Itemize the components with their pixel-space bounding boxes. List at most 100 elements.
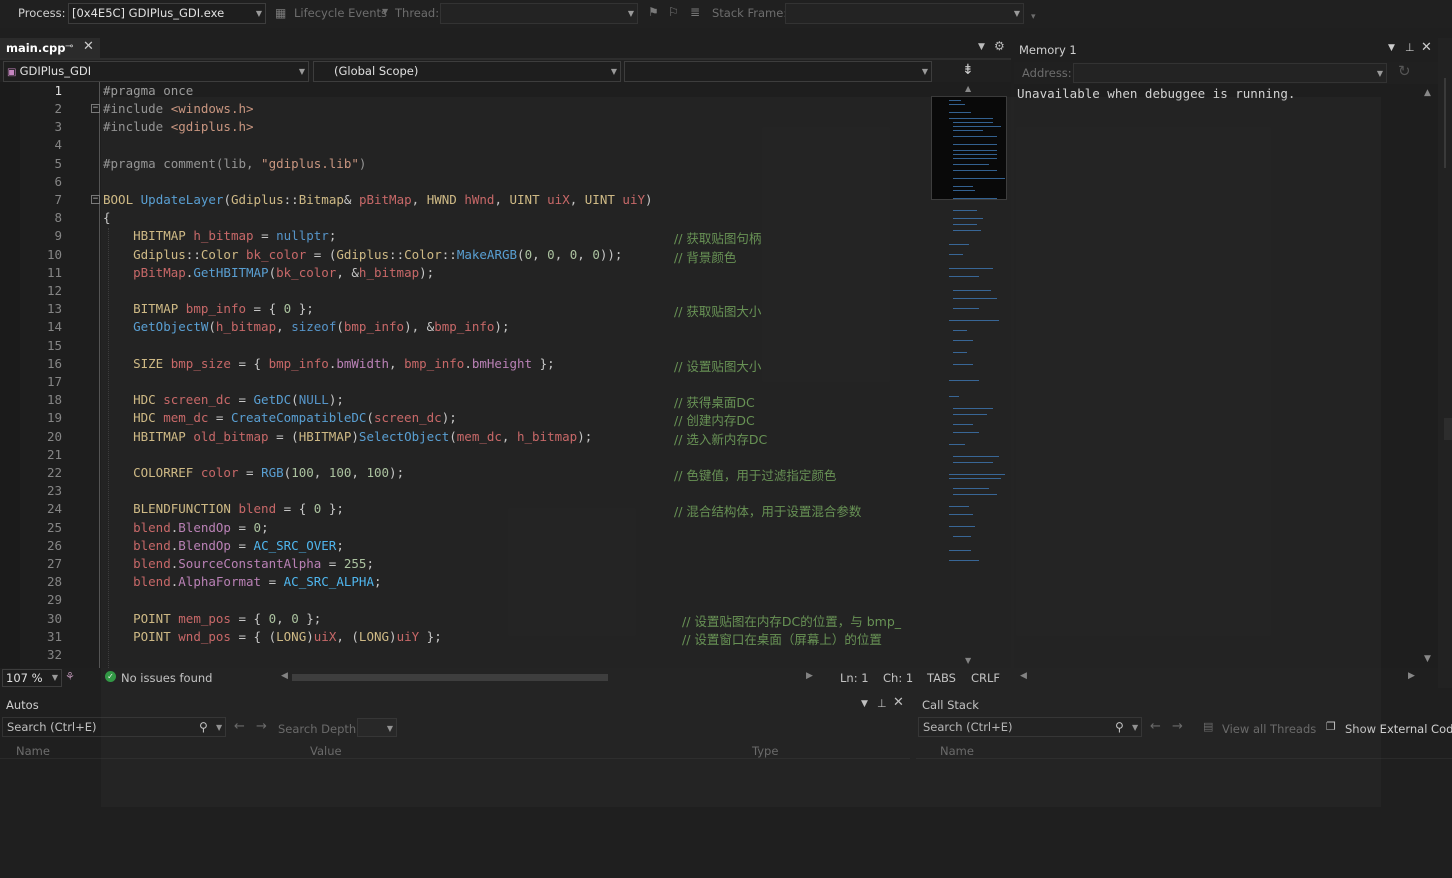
column-header-name[interactable]: Name [16,744,50,758]
search-icon[interactable]: ⚲ [199,718,208,736]
stack-frame-label: Stack Frame: [712,6,788,20]
flag-icon[interactable]: ⚑ [648,5,659,19]
line-number: 6 [54,174,62,189]
process-value: [0x4E5C] GDIPlus_GDI.exe [72,6,225,20]
line-number: 31 [46,629,62,644]
search-forward-icon[interactable]: → [1172,719,1183,734]
gear-icon[interactable]: ⚙ [994,39,1005,53]
scroll-up-icon[interactable]: ▲ [1424,88,1431,98]
issues-status[interactable]: No issues found [121,671,212,685]
show-external-code-button[interactable]: Show External Code [1345,722,1452,736]
column-header-value[interactable]: Value [310,744,342,758]
chevron-down-icon: ▼ [627,9,634,18]
minimap-scroll-down-icon[interactable]: ▼ [965,656,971,665]
editor-status-bar: 107 % ▼ ⚘ ✓ No issues found ◀ ▶ Ln: 1 Ch… [0,668,1011,688]
scroll-right-icon[interactable]: ▶ [1408,671,1415,681]
minimap[interactable]: ▼ ▲ [931,84,1008,665]
thread-dropdown[interactable]: ▼ [440,3,638,24]
pin-icon[interactable]: ⊥ [877,697,887,710]
lifecycle-events-icon[interactable]: ▦ [275,6,286,20]
project-icon: ▣ [7,67,20,78]
project-dropdown[interactable]: ▣ GDIPlus_GDI ▼ [3,61,309,82]
lifecycle-events-button[interactable]: Lifecycle Events [294,6,387,20]
line-number: 17 [46,374,62,389]
horizontal-scrollbar-thumb[interactable] [292,674,608,681]
thread-label: Thread: [395,6,440,20]
fold-toggle[interactable]: − [91,195,100,204]
window-position-icon[interactable]: ▼ [861,699,868,709]
code-line: BLENDFUNCTION blend = { 0 }; [133,501,344,516]
line-number: 9 [54,228,62,243]
search-back-icon[interactable]: ← [234,719,245,734]
stack-frame-dropdown[interactable]: ▼ [785,3,1024,24]
line-number: 30 [46,611,62,626]
code-comment: // 设置贴图在内存DC的位置，与 bmp_ [682,614,902,629]
line-number: 13 [46,301,62,316]
memory-vertical-scrollbar[interactable]: ▲ ▼ [1420,84,1438,668]
debug-toolbar: Process: [0x4E5C] GDIPlus_GDI.exe ▼ ▦ Li… [0,0,1452,28]
line-number: 4 [54,137,62,152]
zoom-dropdown[interactable]: 107 % ▼ [2,669,62,687]
search-forward-icon[interactable]: → [256,719,267,734]
code-comment: // 背景颜色 [674,250,737,265]
chevron-down-icon[interactable]: ▼ [216,719,222,737]
member-dropdown[interactable]: ▼ [624,61,932,82]
process-dropdown[interactable]: [0x4E5C] GDIPlus_GDI.exe ▼ [68,3,266,24]
code-line: #include <gdiplus.h> [103,119,254,134]
code-line: SIZE bmp_size = { bmp_info.bmWidth, bmp_… [133,356,555,371]
call-stack-panel: Call Stack Search (Ctrl+E) ⚲ ▼ ← → ▤ Vie… [916,694,1452,878]
scroll-left-icon[interactable]: ◀ [1020,671,1027,681]
indicator-margin [0,82,20,668]
call-stack-search-input[interactable]: Search (Ctrl+E) ⚲ ▼ [918,717,1142,737]
close-icon[interactable]: ✕ [893,695,904,710]
refresh-icon[interactable]: ↻ [1398,62,1411,80]
chevron-down-icon: ▼ [1376,69,1383,78]
line-ending[interactable]: CRLF [971,671,1000,685]
tab-title: main.cpp [6,41,66,55]
split-editor-icon[interactable]: ⇟ [962,62,974,78]
search-depth-label: Search Depth: [278,722,361,736]
window-position-icon[interactable]: ▼ [1388,43,1395,53]
fold-toggle[interactable]: − [91,104,100,113]
flag-threads-icon[interactable]: ⚐ [668,5,679,19]
memory-content[interactable]: Unavailable when debuggee is running. [1014,84,1420,668]
column-header-type[interactable]: Type [752,744,778,758]
minimap-scroll-up-icon[interactable]: ▲ [965,84,971,93]
line-number: 11 [46,265,62,280]
memory-message: Unavailable when debuggee is running. [1017,86,1296,101]
close-icon[interactable]: ✕ [1421,40,1432,55]
tab-list-icon[interactable]: ▼ [978,42,985,52]
memory-panel-header: Memory 1 ▼ ⊥ ✕ [1015,40,1437,60]
code-line: blend.BlendOp = 0; [133,520,269,535]
indent-mode[interactable]: TABS [927,671,956,685]
autos-search-input[interactable]: Search (Ctrl+E) ⚲ ▼ [2,717,226,737]
code-editor[interactable]: 1 2 3 4 5 6 7 8 9 10 11 12 13 14 15 16 1… [0,82,1011,668]
chevron-down-icon: ▼ [382,7,389,16]
close-icon[interactable]: ✕ [83,39,94,54]
scroll-left-icon[interactable]: ◀ [281,671,288,681]
line-indicator[interactable]: Ln: 1 [840,671,869,685]
column-indicator[interactable]: Ch: 1 [883,671,913,685]
search-icon[interactable]: ⚲ [1115,718,1124,736]
search-depth-dropdown[interactable]: ▼ [357,718,397,737]
scroll-down-icon[interactable]: ▼ [1424,654,1431,664]
code-line: #pragma once [103,83,194,98]
address-input[interactable]: ▼ [1073,63,1387,83]
process-label: Process: [18,6,66,20]
dock-tab-indicator[interactable] [1444,78,1446,168]
toolbar-overflow-icon[interactable]: ▾ [1031,12,1036,22]
search-back-icon[interactable]: ← [1150,719,1161,734]
column-header-name[interactable]: Name [940,744,974,758]
chevron-down-icon[interactable]: ▼ [1132,719,1138,737]
code-line: Gdiplus::Color bk_color = (Gdiplus::Colo… [133,247,623,262]
gutter-separator [99,82,100,668]
pin-icon[interactable]: ⊸ [65,41,73,52]
brush-icon[interactable]: ⚘ [65,670,75,683]
scroll-right-icon[interactable]: ▶ [806,671,813,681]
tab-main-cpp[interactable]: main.cpp ⊸ ✕ [0,38,100,58]
dock-tab-indicator[interactable] [1444,418,1452,440]
scope-dropdown[interactable]: (Global Scope) ▼ [313,61,621,82]
line-number: 12 [46,283,62,298]
view-all-threads-button[interactable]: View all Threads [1222,722,1316,736]
pin-icon[interactable]: ⊥ [1405,41,1415,54]
